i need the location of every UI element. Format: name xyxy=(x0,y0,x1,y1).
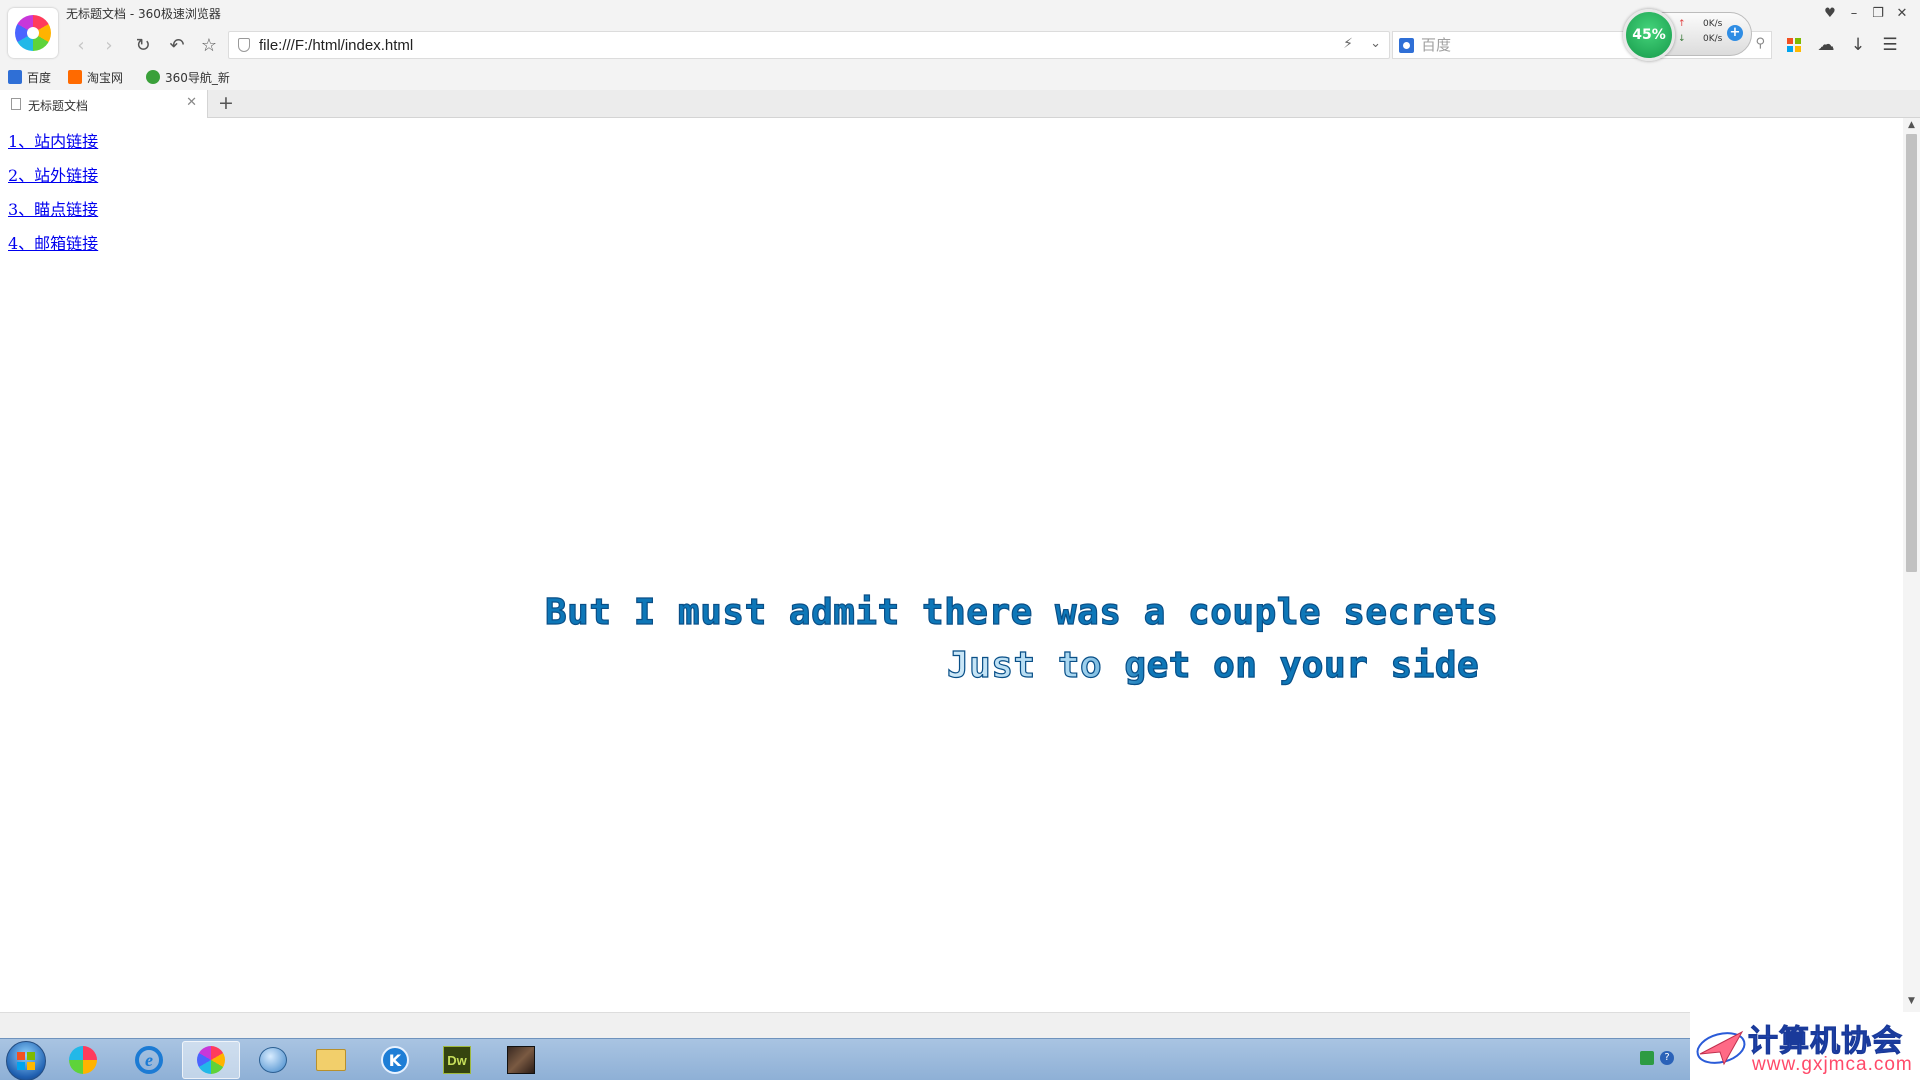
taskbar-internet-explorer[interactable]: e xyxy=(120,1041,178,1079)
help-icon[interactable]: ? xyxy=(1660,1051,1674,1065)
taskbar-chat-app[interactable] xyxy=(244,1041,302,1079)
system-tray: ? xyxy=(1640,1051,1674,1065)
document-icon xyxy=(11,98,21,110)
taskbar-dreamweaver[interactable]: Dw xyxy=(428,1041,486,1079)
bookmark-label: 360导航_新 xyxy=(165,70,230,85)
scroll-down-arrow-icon[interactable]: ▼ xyxy=(1903,996,1920,1010)
link-external[interactable]: 2、站外链接 xyxy=(8,166,98,200)
taskbar-file-explorer[interactable] xyxy=(302,1041,360,1079)
back-button[interactable]: ‹ xyxy=(68,32,94,58)
chevron-down-icon[interactable]: ⌄ xyxy=(1370,36,1381,51)
network-monitor[interactable]: 45% ↑ ↓ 0K/s 0K/s + xyxy=(1623,9,1752,61)
tab-strip: 无标题文档 ✕ + xyxy=(0,90,1920,118)
bookmark-label: 淘宝网 xyxy=(87,70,124,85)
new-tab-button[interactable]: + xyxy=(216,92,236,114)
address-bar[interactable]: file:///F:/html/index.html ⚡︎ ⌄ xyxy=(228,31,1390,59)
tab-title: 无标题文档 xyxy=(28,99,89,113)
dreamweaver-icon: Dw xyxy=(443,1046,471,1074)
undo-close-button[interactable]: ↶ xyxy=(164,32,190,58)
browser-logo[interactable] xyxy=(8,8,58,58)
watermark: 计算机协会 www.gxjmca.com xyxy=(1690,1012,1920,1080)
upload-speed: 0K/s xyxy=(1703,19,1723,29)
ie-icon: e xyxy=(135,1046,163,1074)
tab-untitled[interactable]: 无标题文档 ✕ xyxy=(0,90,208,118)
baidu-icon xyxy=(8,70,22,84)
cloud-icon[interactable]: ☁︎ xyxy=(1814,33,1838,57)
address-url[interactable]: file:///F:/html/index.html xyxy=(259,37,413,54)
scroll-up-arrow-icon[interactable]: ▲ xyxy=(1903,120,1920,134)
bookmark-taobao[interactable]: 淘宝网 xyxy=(68,68,123,86)
watermark-url: www.gxjmca.com xyxy=(1752,1054,1913,1075)
maximize-button[interactable]: ❐ xyxy=(1866,2,1890,24)
link-anchor[interactable]: 3、瞄点链接 xyxy=(8,200,98,234)
taskbar: e K Dw ? xyxy=(0,1038,1920,1080)
lyric-line-2: Just to get on your side xyxy=(946,644,1480,686)
start-button[interactable] xyxy=(6,1041,46,1080)
download-arrow-icon: ↓ xyxy=(1678,34,1686,44)
vertical-scrollbar[interactable]: ▲ ▼ xyxy=(1903,118,1920,1012)
forward-button[interactable]: › xyxy=(96,32,122,58)
window-title: 无标题文档 - 360极速浏览器 xyxy=(66,7,221,21)
lyric-line-1: But I must admit there was a couple secr… xyxy=(544,591,1499,633)
k-app-icon: K xyxy=(381,1046,409,1074)
close-icon[interactable]: ✕ xyxy=(186,95,197,110)
scroll-thumb[interactable] xyxy=(1906,134,1917,572)
sogou-ime-icon[interactable] xyxy=(1640,1051,1654,1065)
accelerate-icon[interactable]: + xyxy=(1727,25,1743,41)
link-internal[interactable]: 1、站内链接 xyxy=(8,132,98,166)
bookmark-baidu[interactable]: 百度 xyxy=(8,68,51,86)
window-controls: ♥ – ❐ ✕ xyxy=(1818,2,1914,24)
upload-arrow-icon: ↑ xyxy=(1678,19,1686,29)
menu-icon[interactable]: ☰ xyxy=(1878,33,1902,57)
nav360-icon xyxy=(146,70,160,84)
download-speed: 0K/s xyxy=(1703,34,1723,44)
photo-icon xyxy=(507,1046,535,1074)
download-icon[interactable]: ↓ xyxy=(1846,33,1870,57)
chat-icon xyxy=(259,1047,287,1073)
taskbar-photo-app[interactable] xyxy=(492,1041,550,1079)
shield-icon xyxy=(238,38,250,52)
skin-icon[interactable]: ♥ xyxy=(1818,2,1842,24)
baidu-icon[interactable] xyxy=(1399,38,1414,53)
apps-icon[interactable] xyxy=(1782,33,1806,57)
pinwheel-icon xyxy=(69,1046,97,1074)
taskbar-pinwheel-app[interactable] xyxy=(54,1041,112,1079)
minimize-button[interactable]: – xyxy=(1842,2,1866,24)
reload-button[interactable]: ↻ xyxy=(130,32,156,58)
close-button[interactable]: ✕ xyxy=(1890,2,1914,24)
folder-icon xyxy=(316,1049,346,1071)
bookmark-360nav[interactable]: 360导航_新 xyxy=(146,68,230,86)
bookmark-label: 百度 xyxy=(27,70,52,85)
link-email[interactable]: 4、邮箱链接 xyxy=(8,234,98,268)
paper-plane-icon xyxy=(1696,1030,1746,1066)
lightning-icon[interactable]: ⚡︎ xyxy=(1343,36,1353,52)
browser-logo-icon xyxy=(15,15,51,51)
browser-360-icon xyxy=(197,1046,225,1074)
status-bar xyxy=(0,1012,1920,1038)
net-percent: 45% xyxy=(1623,9,1675,61)
bookmark-star-button[interactable]: ☆ xyxy=(196,32,222,58)
taskbar-k-app[interactable]: K xyxy=(366,1041,424,1079)
page-viewport: 1、站内链接 2、站外链接 3、瞄点链接 4、邮箱链接 xyxy=(0,118,1903,1012)
taskbar-browser-360[interactable] xyxy=(182,1041,240,1079)
link-list: 1、站内链接 2、站外链接 3、瞄点链接 4、邮箱链接 xyxy=(8,132,98,268)
search-icon[interactable]: ⚲ xyxy=(1755,36,1765,51)
taobao-icon xyxy=(68,70,82,84)
bookmarks-bar: 百度 淘宝网 360导航_新 xyxy=(0,64,1920,90)
